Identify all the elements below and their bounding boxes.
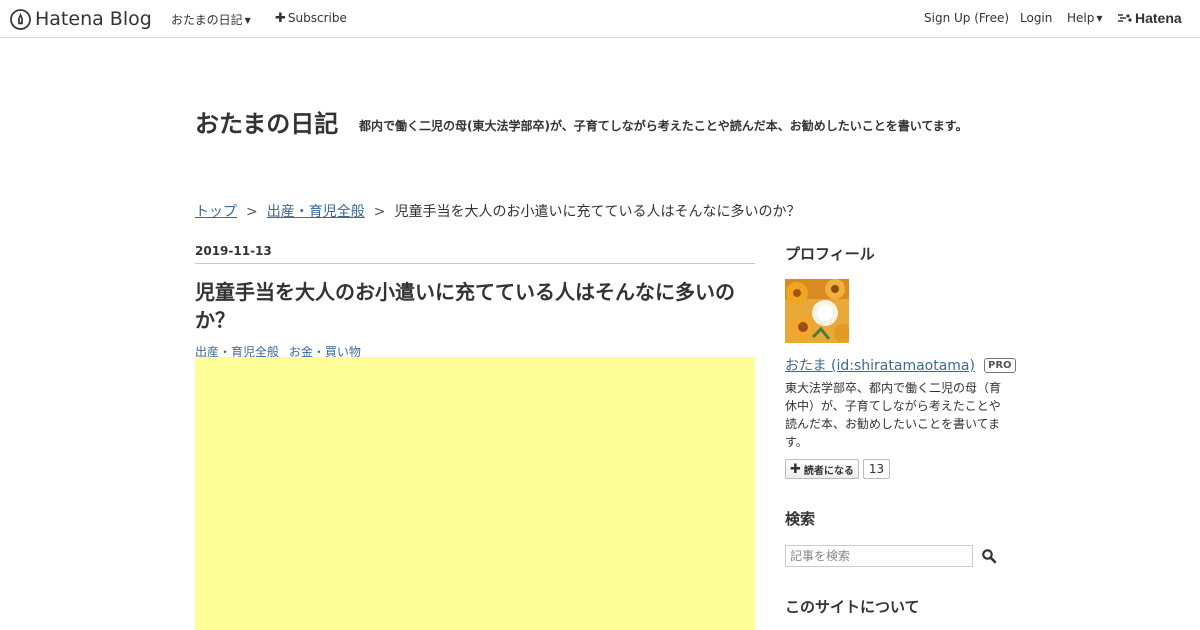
subscriber-count[interactable]: 13 [862,459,891,479]
pro-badge[interactable]: PRO [983,357,1016,373]
profile-name-row: おたま (id:shiratamaotama) PRO [785,355,1016,375]
subscribe-button[interactable]: ✚ 読者になる [785,459,859,479]
plus-icon: ✚ [790,461,801,477]
help-menu[interactable]: Help ▼ [1067,11,1103,25]
subscribe-button-label: 読者になる [803,465,854,477]
breadcrumb-current: 児童手当を大人のお小遣いに充てている人はそんなに多いのか？ [394,204,801,220]
blog-description: 都内で働く二児の母(東大法学部卒)が、子育てしながら考えたことや読んだ本、お勧め… [359,119,968,133]
search-heading: 検索 [785,510,816,528]
blog-menu-label: おたまの日記 [171,13,243,27]
breadcrumb: トップ > 出産・育児全般 > 児童手当を大人のお小遣いに充てている人はそんなに多いのか… [195,201,800,221]
subscribe-label: Subscribe [287,11,347,25]
search-input[interactable] [785,545,973,567]
hatena-logo-text: Hatena [1135,10,1182,26]
search-icon[interactable] [981,548,997,564]
caret-down-icon: ▼ [1096,14,1103,23]
hatena-blog-logo[interactable]: Hatena Blog [10,7,152,31]
avatar[interactable] [785,279,849,343]
breadcrumb-top[interactable]: トップ [195,204,237,220]
breadcrumb-separator: > [246,204,258,220]
breadcrumb-category[interactable]: 出産・育児全般 [267,204,365,220]
about-heading: このサイトについて [785,598,920,616]
hatena-blog-logo-text: Hatena Blog [35,8,152,30]
profile-name-link[interactable]: おたま (id:shiratamaotama) [785,355,975,375]
profile-description: 東大法学部卒、都内で働く二児の母（育休中）が、子育てしながら考えたことや読んだ本… [785,381,1002,449]
hatena-logo-icon [1118,14,1132,22]
login-link[interactable]: Login [1020,11,1052,25]
profile-heading: プロフィール [785,245,875,263]
hatena-blog-pen-icon [10,8,31,30]
subscribe-link[interactable]: ✚ Subscribe [275,11,347,26]
blog-title[interactable]: おたまの日記 [195,104,338,139]
blog-menu[interactable]: おたまの日記 ▼ [171,11,251,28]
help-label: Help [1067,11,1095,25]
avatar-image [785,279,849,343]
entry-date[interactable]: 2019-11-13 [195,244,755,264]
entry-title[interactable]: 児童手当を大人のお小遣いに充てている人はそんなに多いのか？ [195,278,755,334]
global-header: Hatena Blog おたまの日記 ▼ ✚ Subscribe Sign Up (… [0,0,1200,38]
caret-down-icon: ▼ [244,16,251,25]
signup-link[interactable]: Sign Up (Free) [924,11,1009,25]
breadcrumb-separator: > [373,204,386,220]
subscribe-row: ✚ 読者になる 13 [785,459,891,479]
plus-icon: ✚ [275,11,286,26]
hatena-logo[interactable]: Hatena [1117,10,1182,26]
advertisement-area [195,357,755,630]
